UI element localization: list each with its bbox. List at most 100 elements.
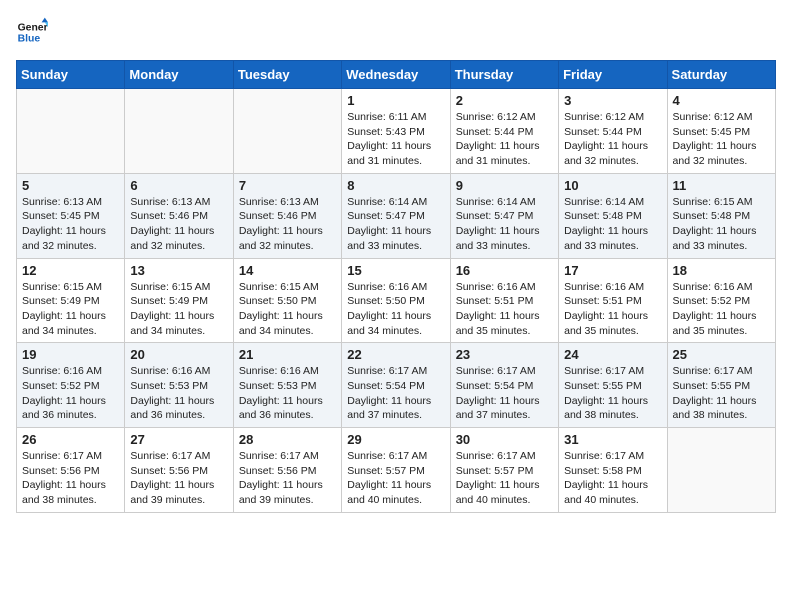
- calendar-cell: 20 Sunrise: 6:16 AM Sunset: 5:53 PM Dayl…: [125, 343, 233, 428]
- daylight-text: Daylight: 11 hours and 40 minutes.: [564, 479, 648, 506]
- calendar-cell: 4 Sunrise: 6:12 AM Sunset: 5:45 PM Dayli…: [667, 89, 775, 174]
- cell-content: Sunrise: 6:15 AM Sunset: 5:49 PM Dayligh…: [22, 280, 119, 339]
- sunrise-text: Sunrise: 6:16 AM: [347, 281, 427, 293]
- day-number: 15: [347, 263, 444, 278]
- day-number: 7: [239, 178, 336, 193]
- calendar-cell: 3 Sunrise: 6:12 AM Sunset: 5:44 PM Dayli…: [559, 89, 667, 174]
- cell-content: Sunrise: 6:17 AM Sunset: 5:56 PM Dayligh…: [239, 449, 336, 508]
- calendar-cell: 29 Sunrise: 6:17 AM Sunset: 5:57 PM Dayl…: [342, 428, 450, 513]
- sunrise-text: Sunrise: 6:17 AM: [130, 450, 210, 462]
- cell-content: Sunrise: 6:13 AM Sunset: 5:46 PM Dayligh…: [239, 195, 336, 254]
- day-number: 19: [22, 347, 119, 362]
- cell-content: Sunrise: 6:12 AM Sunset: 5:44 PM Dayligh…: [564, 110, 661, 169]
- cell-content: Sunrise: 6:12 AM Sunset: 5:44 PM Dayligh…: [456, 110, 553, 169]
- daylight-text: Daylight: 11 hours and 39 minutes.: [239, 479, 323, 506]
- sunset-text: Sunset: 5:56 PM: [22, 465, 100, 477]
- sunrise-text: Sunrise: 6:17 AM: [22, 450, 102, 462]
- daylight-text: Daylight: 11 hours and 40 minutes.: [347, 479, 431, 506]
- sunset-text: Sunset: 5:57 PM: [456, 465, 534, 477]
- day-number: 4: [673, 93, 770, 108]
- cell-content: Sunrise: 6:15 AM Sunset: 5:48 PM Dayligh…: [673, 195, 770, 254]
- day-number: 5: [22, 178, 119, 193]
- daylight-text: Daylight: 11 hours and 32 minutes.: [130, 225, 214, 252]
- day-number: 12: [22, 263, 119, 278]
- daylight-text: Daylight: 11 hours and 36 minutes.: [22, 395, 106, 422]
- sunrise-text: Sunrise: 6:12 AM: [564, 111, 644, 123]
- sunrise-text: Sunrise: 6:14 AM: [347, 196, 427, 208]
- day-number: 21: [239, 347, 336, 362]
- cell-content: Sunrise: 6:17 AM Sunset: 5:58 PM Dayligh…: [564, 449, 661, 508]
- calendar-cell: 8 Sunrise: 6:14 AM Sunset: 5:47 PM Dayli…: [342, 173, 450, 258]
- cell-content: Sunrise: 6:14 AM Sunset: 5:47 PM Dayligh…: [347, 195, 444, 254]
- day-number: 29: [347, 432, 444, 447]
- sunrise-text: Sunrise: 6:16 AM: [564, 281, 644, 293]
- sunset-text: Sunset: 5:44 PM: [456, 126, 534, 138]
- cell-content: Sunrise: 6:17 AM Sunset: 5:56 PM Dayligh…: [130, 449, 227, 508]
- cell-content: Sunrise: 6:16 AM Sunset: 5:53 PM Dayligh…: [239, 364, 336, 423]
- sunrise-text: Sunrise: 6:13 AM: [22, 196, 102, 208]
- calendar-cell: 19 Sunrise: 6:16 AM Sunset: 5:52 PM Dayl…: [17, 343, 125, 428]
- svg-text:Blue: Blue: [18, 34, 41, 45]
- sunrise-text: Sunrise: 6:17 AM: [564, 365, 644, 377]
- daylight-text: Daylight: 11 hours and 38 minutes.: [564, 395, 648, 422]
- calendar-cell: 2 Sunrise: 6:12 AM Sunset: 5:44 PM Dayli…: [450, 89, 558, 174]
- day-number: 23: [456, 347, 553, 362]
- daylight-text: Daylight: 11 hours and 32 minutes.: [564, 140, 648, 167]
- sunset-text: Sunset: 5:53 PM: [239, 380, 317, 392]
- sunrise-text: Sunrise: 6:17 AM: [347, 365, 427, 377]
- sunset-text: Sunset: 5:45 PM: [673, 126, 751, 138]
- sunrise-text: Sunrise: 6:16 AM: [456, 281, 536, 293]
- cell-content: Sunrise: 6:16 AM Sunset: 5:51 PM Dayligh…: [456, 280, 553, 339]
- sunset-text: Sunset: 5:50 PM: [347, 295, 425, 307]
- day-number: 27: [130, 432, 227, 447]
- day-number: 26: [22, 432, 119, 447]
- daylight-text: Daylight: 11 hours and 39 minutes.: [130, 479, 214, 506]
- calendar-cell: 30 Sunrise: 6:17 AM Sunset: 5:57 PM Dayl…: [450, 428, 558, 513]
- logo: General Blue: [16, 16, 48, 48]
- col-header-monday: Monday: [125, 61, 233, 89]
- calendar-cell: 15 Sunrise: 6:16 AM Sunset: 5:50 PM Dayl…: [342, 258, 450, 343]
- sunset-text: Sunset: 5:46 PM: [130, 210, 208, 222]
- calendar-cell: 21 Sunrise: 6:16 AM Sunset: 5:53 PM Dayl…: [233, 343, 341, 428]
- sunset-text: Sunset: 5:45 PM: [22, 210, 100, 222]
- daylight-text: Daylight: 11 hours and 37 minutes.: [347, 395, 431, 422]
- cell-content: Sunrise: 6:16 AM Sunset: 5:50 PM Dayligh…: [347, 280, 444, 339]
- calendar-cell: 1 Sunrise: 6:11 AM Sunset: 5:43 PM Dayli…: [342, 89, 450, 174]
- day-number: 17: [564, 263, 661, 278]
- daylight-text: Daylight: 11 hours and 34 minutes.: [22, 310, 106, 337]
- sunrise-text: Sunrise: 6:13 AM: [239, 196, 319, 208]
- calendar-cell: [667, 428, 775, 513]
- daylight-text: Daylight: 11 hours and 34 minutes.: [347, 310, 431, 337]
- col-header-tuesday: Tuesday: [233, 61, 341, 89]
- sunrise-text: Sunrise: 6:17 AM: [456, 365, 536, 377]
- sunrise-text: Sunrise: 6:17 AM: [456, 450, 536, 462]
- daylight-text: Daylight: 11 hours and 34 minutes.: [239, 310, 323, 337]
- sunrise-text: Sunrise: 6:17 AM: [673, 365, 753, 377]
- sunrise-text: Sunrise: 6:17 AM: [239, 450, 319, 462]
- cell-content: Sunrise: 6:14 AM Sunset: 5:48 PM Dayligh…: [564, 195, 661, 254]
- col-header-sunday: Sunday: [17, 61, 125, 89]
- cell-content: Sunrise: 6:11 AM Sunset: 5:43 PM Dayligh…: [347, 110, 444, 169]
- sunset-text: Sunset: 5:43 PM: [347, 126, 425, 138]
- daylight-text: Daylight: 11 hours and 35 minutes.: [456, 310, 540, 337]
- calendar-cell: 12 Sunrise: 6:15 AM Sunset: 5:49 PM Dayl…: [17, 258, 125, 343]
- daylight-text: Daylight: 11 hours and 36 minutes.: [239, 395, 323, 422]
- cell-content: Sunrise: 6:16 AM Sunset: 5:51 PM Dayligh…: [564, 280, 661, 339]
- sunset-text: Sunset: 5:49 PM: [130, 295, 208, 307]
- sunrise-text: Sunrise: 6:11 AM: [347, 111, 426, 123]
- sunset-text: Sunset: 5:55 PM: [673, 380, 751, 392]
- daylight-text: Daylight: 11 hours and 37 minutes.: [456, 395, 540, 422]
- sunrise-text: Sunrise: 6:17 AM: [347, 450, 427, 462]
- daylight-text: Daylight: 11 hours and 33 minutes.: [347, 225, 431, 252]
- calendar-cell: [17, 89, 125, 174]
- calendar-cell: 6 Sunrise: 6:13 AM Sunset: 5:46 PM Dayli…: [125, 173, 233, 258]
- daylight-text: Daylight: 11 hours and 33 minutes.: [456, 225, 540, 252]
- cell-content: Sunrise: 6:17 AM Sunset: 5:56 PM Dayligh…: [22, 449, 119, 508]
- sunset-text: Sunset: 5:56 PM: [130, 465, 208, 477]
- sunrise-text: Sunrise: 6:15 AM: [130, 281, 210, 293]
- sunset-text: Sunset: 5:49 PM: [22, 295, 100, 307]
- daylight-text: Daylight: 11 hours and 31 minutes.: [347, 140, 431, 167]
- sunrise-text: Sunrise: 6:12 AM: [456, 111, 536, 123]
- col-header-thursday: Thursday: [450, 61, 558, 89]
- day-number: 18: [673, 263, 770, 278]
